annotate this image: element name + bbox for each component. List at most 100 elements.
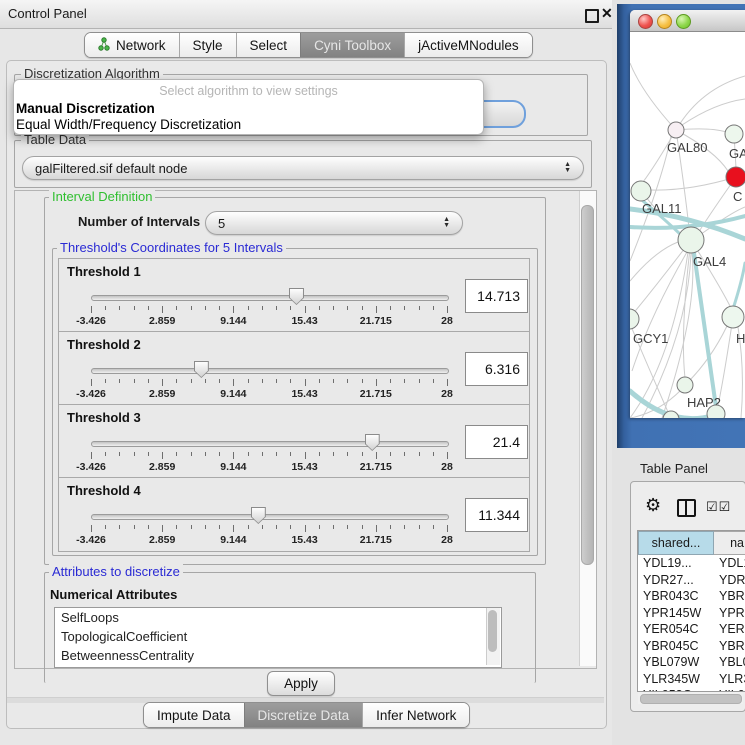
table-header-name[interactable]: na <box>714 531 745 555</box>
algorithm-option-equal-width[interactable]: Equal Width/Frequency Discretization <box>16 117 241 132</box>
network-edge <box>630 242 678 281</box>
checkbox-icons[interactable]: ☑☑ <box>706 499 731 515</box>
slider-scale-label: 2.859 <box>134 534 190 546</box>
num-intervals-combo[interactable]: 5 ▲▼ <box>205 211 463 235</box>
slider-scale-label: 21.715 <box>348 534 404 546</box>
float-icon[interactable] <box>585 9 599 23</box>
slider-thumb[interactable] <box>365 434 380 451</box>
algorithm-option-manual[interactable]: Manual Discretization <box>16 101 155 116</box>
close-icon[interactable]: ✕ <box>601 5 613 22</box>
control-panel-titlebar: Control Panel ✕ <box>0 0 612 29</box>
slider-tick <box>105 306 106 310</box>
slider-tick <box>390 452 391 456</box>
slider-tick <box>262 306 263 310</box>
table-row[interactable]: YDL19...YDL1 <box>638 555 745 572</box>
table-data-combo[interactable]: galFiltered.sif default node ▲▼ <box>22 156 584 180</box>
minimize-traffic-light-icon[interactable] <box>657 14 672 29</box>
slider-tick <box>134 306 135 310</box>
tab-cyni-toolbox[interactable]: Cyni Toolbox <box>300 33 404 57</box>
threshold-value-field[interactable]: 6.316 <box>465 352 528 386</box>
tab-select[interactable]: Select <box>236 33 301 57</box>
slider-scale-label: 15.43 <box>277 315 333 327</box>
network-node-gal80[interactable] <box>668 122 684 138</box>
numerical-attributes-list[interactable]: SelfLoopsTopologicalCoefficientBetweenne… <box>54 607 502 668</box>
attribute-list-item[interactable]: SelfLoops <box>55 608 501 627</box>
tab-label: Network <box>116 38 166 53</box>
split-table-icon[interactable] <box>677 499 696 517</box>
slider-tick <box>376 525 377 532</box>
threshold-label: Threshold 1 <box>67 264 141 279</box>
slider-thumb[interactable] <box>251 507 266 524</box>
slider-tick <box>219 525 220 529</box>
interval-definition-title: Interval Definition <box>49 189 155 204</box>
tab-impute-data[interactable]: Impute Data <box>144 703 244 727</box>
zoom-traffic-light-icon[interactable] <box>676 14 691 29</box>
slider-track[interactable] <box>91 514 449 520</box>
network-node[interactable] <box>707 405 725 418</box>
slider-scale-label: 9.144 <box>205 461 261 473</box>
node-table[interactable]: shared... na YDL19...YDL1YDR27...YDR2YBR… <box>637 530 745 692</box>
attribute-list-item[interactable]: BetweennessCentrality <box>55 646 501 665</box>
table-row[interactable]: YLR345WYLR3 <box>638 671 745 688</box>
slider-track[interactable] <box>91 368 449 374</box>
slider-track[interactable] <box>91 295 449 301</box>
table-cell-shared-name: YER054C <box>638 622 714 636</box>
slider-scale-label: 2.859 <box>134 315 190 327</box>
slider-tick <box>148 525 149 529</box>
network-node-label: GAL80 <box>667 140 707 155</box>
slider-scale-label: 28 <box>419 315 475 327</box>
threshold-value-field[interactable]: 21.4 <box>465 425 528 459</box>
slider-tick <box>162 452 163 459</box>
table-panel-title: Table Panel <box>640 461 708 476</box>
apply-button[interactable]: Apply <box>267 671 335 696</box>
network-node-c[interactable] <box>726 167 745 187</box>
tab-discretize-data[interactable]: Discretize Data <box>244 703 363 727</box>
slider-scale-label: -3.426 <box>63 388 119 400</box>
attributes-scrollbar-thumb[interactable] <box>488 610 497 652</box>
network-node-h[interactable] <box>722 306 744 328</box>
threshold-panel-4: Threshold 4-3.4262.8599.14415.4321.71528… <box>58 477 530 552</box>
tab-infer-network[interactable]: Infer Network <box>362 703 469 727</box>
network-graph: GAL80GACGAL11GAL4GCY1HHAP2 <box>630 31 745 418</box>
slider-tick <box>290 379 291 383</box>
slider-tick <box>319 452 320 456</box>
network-edge-highlighted <box>733 263 745 309</box>
settings-scrollbar-thumb[interactable] <box>581 205 594 565</box>
slider-tick <box>433 525 434 529</box>
table-header-shared[interactable]: shared... <box>638 531 714 555</box>
gear-icon[interactable]: ⚙ <box>645 496 661 514</box>
slider-tick <box>119 379 120 383</box>
slider-thumb[interactable] <box>194 361 209 378</box>
slider-tick <box>447 379 448 386</box>
network-node-gcy1[interactable] <box>630 309 639 329</box>
network-tab-icon <box>98 37 110 54</box>
network-node-ga[interactable] <box>725 125 743 143</box>
threshold-value-field[interactable]: 14.713 <box>465 279 528 313</box>
table-row[interactable]: YPR145WYPR1 <box>638 605 745 622</box>
network-node-gal4[interactable] <box>678 227 704 253</box>
table-cell-name: YBR0 <box>714 639 745 653</box>
table-row[interactable]: YER054CYER0 <box>638 621 745 638</box>
table-row[interactable]: YBL079WYBL0 <box>638 654 745 671</box>
close-traffic-light-icon[interactable] <box>638 14 653 29</box>
table-row[interactable]: YBR043CYBR0 <box>638 588 745 605</box>
network-node-hap2[interactable] <box>677 377 693 393</box>
tab-style[interactable]: Style <box>179 33 236 57</box>
attribute-list-item[interactable]: TopologicalCoefficient <box>55 627 501 646</box>
table-row[interactable]: YDR27...YDR2 <box>638 572 745 589</box>
threshold-value-field[interactable]: 11.344 <box>465 498 528 532</box>
network-canvas[interactable]: GAL80GACGAL11GAL4GCY1HHAP2 <box>630 31 745 418</box>
table-cell-shared-name: YDR27... <box>638 573 714 587</box>
tab-network[interactable]: Network <box>85 33 179 57</box>
tab-jactivemnodules[interactable]: jActiveMNodules <box>404 33 532 57</box>
network-node-gal11[interactable] <box>631 181 651 201</box>
slider-thumb[interactable] <box>289 288 304 305</box>
num-intervals-value: 5 <box>218 216 225 231</box>
table-row[interactable]: YBR045CYBR0 <box>638 638 745 655</box>
slider-tick <box>233 452 234 459</box>
slider-tick <box>219 379 220 383</box>
slider-track[interactable] <box>91 441 449 447</box>
table-cell-name: YDR2 <box>714 573 745 587</box>
table-hscrollbar-thumb[interactable] <box>640 694 742 704</box>
slider-scale-label: -3.426 <box>63 315 119 327</box>
